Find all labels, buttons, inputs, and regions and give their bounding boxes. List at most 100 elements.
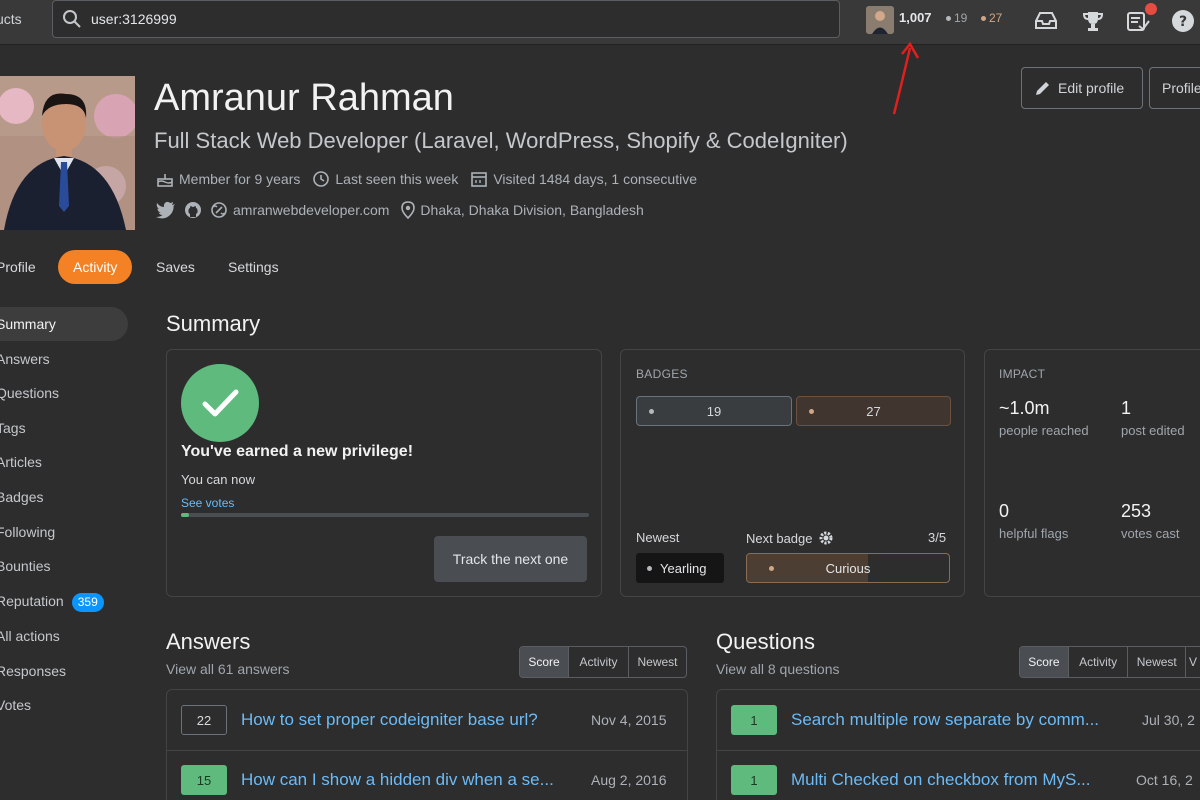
bronze-badge-count[interactable]: 27 (981, 11, 1002, 25)
privilege-check-circle (181, 364, 259, 442)
location: Dhaka, Dhaka Division, Bangladesh (401, 201, 644, 219)
notification-dot (1145, 3, 1157, 15)
tab-activity[interactable]: Activity (58, 250, 133, 284)
bronze-badges-box[interactable]: 27 (796, 396, 951, 426)
sidebar-item-reputation[interactable]: Reputation 359 (0, 584, 128, 618)
view-all-answers-link[interactable]: View all 61 answers (166, 661, 289, 677)
location-pin-icon (401, 201, 416, 219)
search-input[interactable] (91, 8, 831, 30)
github-icon[interactable] (184, 201, 202, 219)
answer-score-accepted: 15 (181, 765, 227, 795)
questions-sort-score[interactable]: Score (1020, 647, 1068, 677)
question-date: Jul 30, 2 (1142, 712, 1195, 728)
sidebar-item-bounties[interactable]: Bounties (0, 549, 128, 583)
bronze-dot-icon (981, 16, 986, 22)
answer-title-link[interactable]: How can I show a hidden div when a se... (241, 770, 554, 790)
search-icon (63, 10, 81, 28)
privilege-subtext: You can now (181, 472, 255, 487)
visited-text: Visited 1484 days, 1 consecutive (493, 171, 697, 187)
sidebar-item-all-actions[interactable]: All actions (0, 619, 128, 653)
tab-settings[interactable]: Settings (228, 250, 279, 284)
calendar-icon (471, 172, 488, 187)
profile-title: Full Stack Web Developer (Laravel, WordP… (154, 128, 848, 153)
answers-sort-newest[interactable]: Newest (628, 647, 686, 677)
sidebar-item-following[interactable]: Following (0, 515, 128, 549)
see-votes-link[interactable]: See votes (181, 496, 234, 510)
question-score: 1 (731, 765, 777, 795)
sidebar-item-questions[interactable]: Questions (0, 376, 128, 410)
sidebar-item-summary[interactable]: Summary (0, 307, 128, 341)
answer-date: Nov 4, 2015 (591, 712, 667, 728)
sidebar-item-votes[interactable]: Votes (0, 688, 128, 722)
top-bar: ucts 1,007 19 27 ? (0, 0, 1200, 45)
questions-sort-toggle: Score Activity Newest V (1019, 646, 1200, 678)
cake-icon (157, 174, 173, 187)
badges-heading: BADGES (636, 367, 688, 381)
answers-sort-activity[interactable]: Activity (568, 647, 628, 677)
privilege-heading: You've earned a new privilege! (181, 443, 414, 460)
products-link[interactable]: ucts (0, 11, 22, 27)
bronze-count-text: 27 (989, 11, 1003, 25)
sidebar-item-tags[interactable]: Tags (0, 411, 128, 445)
bronze-badges-count: 27 (866, 403, 881, 419)
answers-heading: Answers (166, 629, 251, 654)
newest-label: Newest (636, 530, 680, 545)
edit-profile-button[interactable]: Edit profile (1021, 67, 1143, 109)
sidebar-item-articles[interactable]: Articles (0, 445, 128, 479)
member-for: Member for 9 years (156, 170, 300, 188)
search-box[interactable] (52, 0, 840, 38)
question-title-link[interactable]: Multi Checked on checkbox from MyS... (791, 770, 1091, 790)
bronze-dot-icon (809, 409, 814, 414)
pencil-icon (1036, 82, 1049, 95)
sidebar-item-responses[interactable]: Responses (0, 654, 128, 688)
questions-heading: Questions (716, 629, 816, 654)
impact-heading: IMPACT (999, 367, 1046, 381)
answer-title-link[interactable]: How to set proper codeigniter base url? (241, 710, 538, 730)
silver-count-text: 19 (954, 11, 968, 25)
answer-date: Aug 2, 2016 (591, 772, 667, 788)
next-badge-progress: 3/5 (928, 530, 947, 545)
summary-heading: Summary (166, 311, 261, 336)
user-avatar-small[interactable] (866, 6, 894, 34)
answers-sort-score[interactable]: Score (520, 647, 568, 677)
privilege-progress-fill (181, 513, 190, 517)
gear-icon[interactable] (818, 530, 834, 546)
silver-dot-icon (649, 409, 654, 414)
inbox-icon[interactable] (1033, 8, 1059, 34)
website-text[interactable]: amranwebdeveloper.com (233, 202, 389, 218)
newest-badge-dot-icon (647, 566, 652, 571)
edit-profile-label: Edit profile (1058, 80, 1125, 96)
answers-sort-toggle: Score Activity Newest (519, 646, 687, 678)
track-next-button[interactable]: Track the next one (434, 536, 587, 582)
annotation-arrow-icon (892, 41, 920, 115)
twitter-icon[interactable] (156, 201, 176, 219)
next-badge-bar[interactable]: Curious (746, 553, 950, 583)
silver-badge-count[interactable]: 19 (946, 11, 967, 25)
tab-saves[interactable]: Saves (156, 250, 195, 284)
sidebar-item-badges[interactable]: Badges (0, 480, 128, 514)
posts-edited-label: post edited (1121, 423, 1185, 438)
profiles-button[interactable]: Profile (1149, 67, 1200, 109)
reputation-count[interactable]: 1,007 (899, 10, 932, 25)
questions-sort-votes[interactable]: V (1185, 647, 1200, 677)
badges-card: BADGES 19 27 Newest Yearling Next badge … (620, 349, 965, 597)
tab-profile[interactable]: Profile (0, 250, 36, 284)
location-text: Dhaka, Dhaka Division, Bangladesh (420, 202, 644, 218)
helpful-flags-label: helpful flags (999, 526, 1069, 541)
votes-cast-value: 253 (1121, 501, 1152, 521)
questions-sort-newest[interactable]: Newest (1127, 647, 1185, 677)
silver-badges-box[interactable]: 19 (636, 396, 792, 426)
help-icon[interactable]: ? (1170, 8, 1196, 34)
sidebar-item-answers[interactable]: Answers (0, 342, 128, 376)
next-badge-name: Curious (825, 560, 871, 576)
website-link[interactable]: amranwebdeveloper.com (210, 201, 389, 219)
question-date: Oct 16, 2 (1136, 772, 1193, 788)
questions-sort-activity[interactable]: Activity (1067, 647, 1128, 677)
newest-badge-chip[interactable]: Yearling (636, 553, 724, 583)
view-all-questions-link[interactable]: View all 8 questions (716, 661, 839, 677)
privilege-progress-bar (181, 513, 589, 517)
people-reached-value: ~1.0m (999, 398, 1050, 418)
trophy-icon[interactable] (1080, 8, 1106, 34)
profile-meta-row: Member for 9 years Last seen this week V… (156, 170, 709, 188)
question-title-link[interactable]: Search multiple row separate by comm... (791, 710, 1099, 730)
